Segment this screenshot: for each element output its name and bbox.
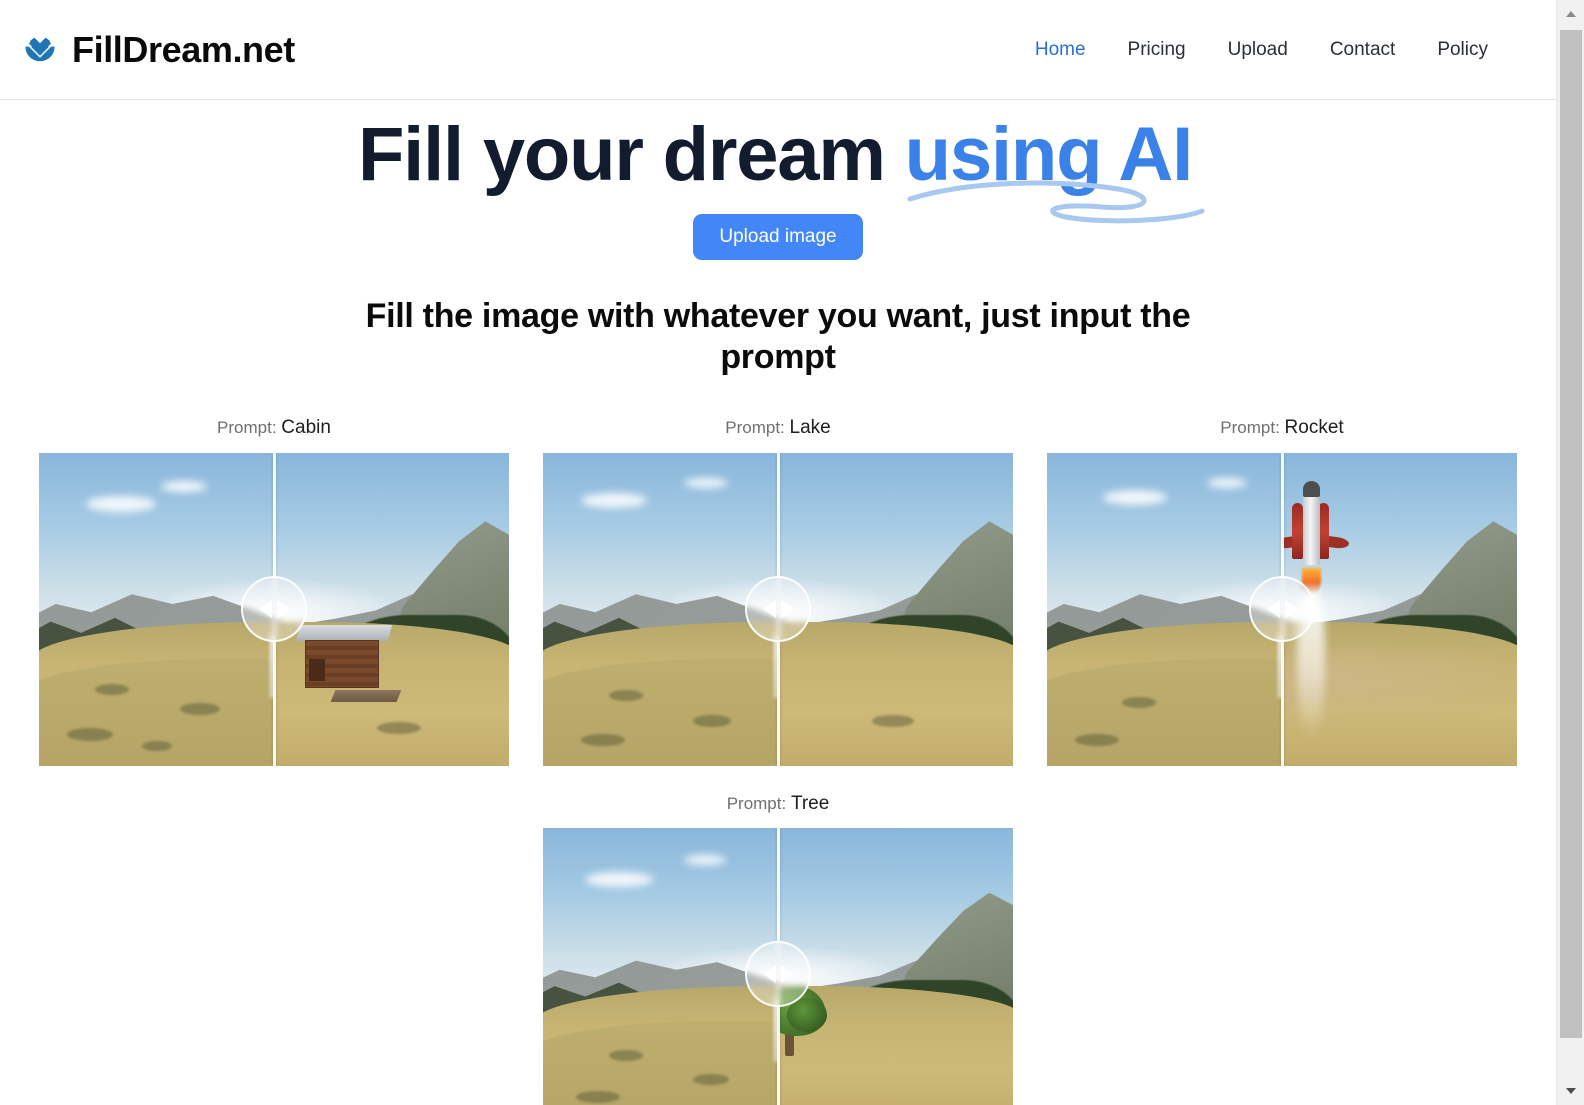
hero-title-accent-text: using AI [904, 112, 1194, 197]
scroll-up-button[interactable] [1557, 0, 1584, 28]
left-arrow-icon [762, 600, 776, 619]
right-arrow-icon [276, 600, 290, 619]
right-arrow-icon [780, 965, 794, 984]
slider-handle[interactable] [745, 941, 811, 1008]
before-after-slider-tree[interactable] [543, 828, 1013, 1105]
demo-gallery: Prompt: Cabin Prompt: Lake Prompt: Rocke… [0, 416, 1556, 1105]
scroll-down-arrow-icon [1566, 1088, 1576, 1094]
page-viewport: FillDream.net Home Pricing Upload Contac… [0, 0, 1556, 1105]
generated-cabin-roof [295, 624, 392, 641]
gallery-row-top: Prompt: Cabin Prompt: Lake Prompt: Rocke… [39, 416, 1517, 766]
nav-link-upload[interactable]: Upload [1228, 40, 1288, 59]
generated-rocket-booster-left [1292, 502, 1304, 559]
site-header: FillDream.net Home Pricing Upload Contac… [0, 0, 1556, 100]
gallery-row-bottom: Prompt: Tree [40, 792, 1516, 1105]
upload-image-button[interactable]: Upload image [693, 214, 863, 261]
prompt-prefix: Prompt: [725, 417, 790, 437]
brand-name: FillDream.net [72, 28, 295, 70]
generated-rocket-body [1303, 486, 1321, 565]
left-arrow-icon [1266, 600, 1280, 619]
hero-section: Fill your dream using AI Upload image Fi… [0, 100, 1556, 378]
prompt-label-lake: Prompt: Lake [543, 416, 1013, 439]
nav-link-policy[interactable]: Policy [1437, 40, 1488, 59]
generated-cabin-deck [330, 690, 402, 703]
scrollbar-thumb[interactable] [1560, 30, 1582, 1038]
nav-link-contact[interactable]: Contact [1330, 40, 1395, 59]
prompt-prefix: Prompt: [217, 417, 282, 437]
demo-card-cabin: Prompt: Cabin [39, 416, 509, 766]
prompt-label-tree: Prompt: Tree [543, 792, 1013, 815]
prompt-value: Rocket [1284, 416, 1344, 438]
prompt-value: Tree [790, 792, 830, 814]
before-after-slider-cabin[interactable] [39, 452, 509, 766]
main-nav: Home Pricing Upload Contact Policy [1035, 40, 1488, 59]
slider-handle[interactable] [1249, 576, 1315, 643]
hero-title-lead: Fill your dream [357, 112, 905, 197]
left-arrow-icon [762, 965, 776, 984]
slider-handle[interactable] [241, 576, 307, 643]
right-arrow-icon [1284, 600, 1298, 619]
right-arrow-icon [780, 600, 794, 619]
prompt-prefix: Prompt: [1220, 417, 1285, 437]
scroll-down-button[interactable] [1557, 1077, 1584, 1105]
page-root: FillDream.net Home Pricing Upload Contac… [0, 0, 1584, 1105]
prompt-value: Cabin [281, 416, 331, 438]
page-title: Fill your dream using AI [357, 112, 1205, 224]
chevron-down-in-bowl-logo-icon [25, 37, 55, 61]
before-after-slider-lake[interactable] [543, 452, 1013, 766]
prompt-label-rocket: Prompt: Rocket [1047, 416, 1517, 439]
slider-handle[interactable] [745, 576, 811, 643]
nav-link-home[interactable]: Home [1035, 40, 1086, 59]
brand-logo-link[interactable]: FillDream.net [22, 28, 295, 70]
prompt-label-cabin: Prompt: Cabin [39, 416, 509, 439]
scroll-up-arrow-icon [1566, 11, 1576, 17]
prompt-prefix: Prompt: [726, 793, 791, 813]
generated-cabin-door [309, 659, 326, 682]
demo-card-rocket: Prompt: Rocket [1047, 416, 1517, 766]
page-scrollbar[interactable] [1556, 0, 1584, 1105]
generated-rocket-nose [1303, 480, 1321, 497]
nav-link-pricing[interactable]: Pricing [1128, 40, 1186, 59]
left-arrow-icon [258, 600, 272, 619]
hero-subtitle: Fill the image with whatever you want, j… [365, 297, 1191, 376]
prompt-value: Lake [789, 416, 831, 438]
before-after-slider-rocket[interactable] [1047, 452, 1517, 766]
demo-card-lake: Prompt: Lake [543, 416, 1013, 766]
demo-card-tree: Prompt: Tree [543, 792, 1013, 1105]
hero-title-accent: using AI [904, 112, 1205, 224]
hero-cta-wrap: Upload image [0, 214, 1556, 261]
